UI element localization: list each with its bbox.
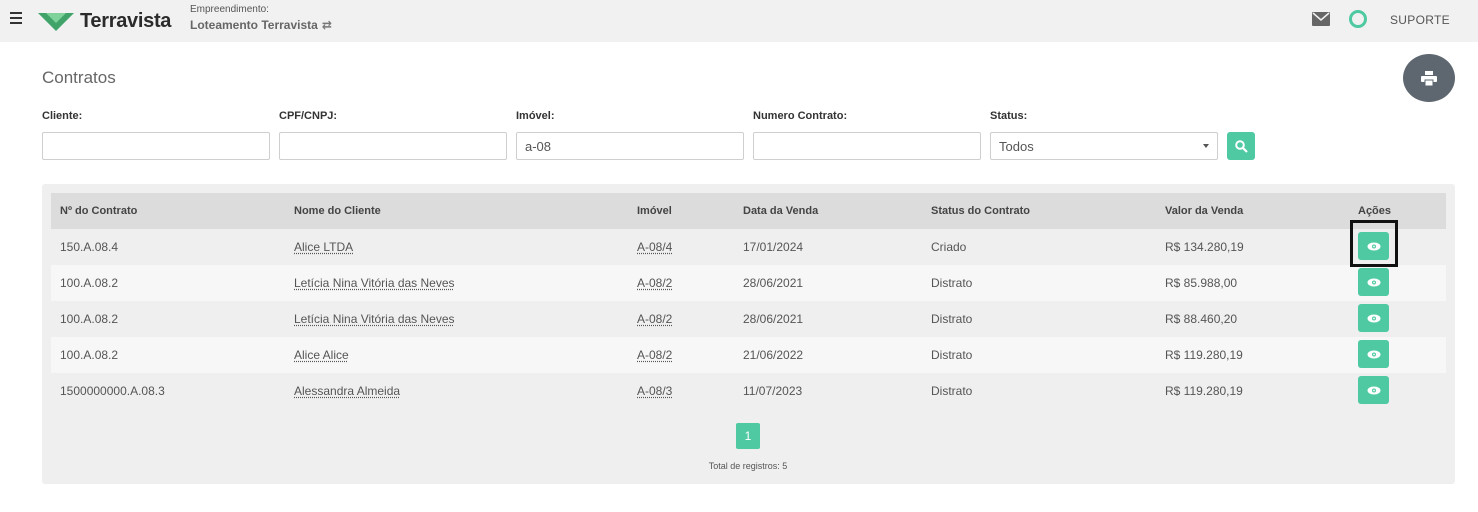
imovel-label: Imóvel: xyxy=(516,110,744,124)
cell-contrato: 150.A.08.4 xyxy=(60,240,118,254)
imovel-input[interactable]: a-08 xyxy=(516,132,744,160)
cell-contrato: 1500000000.A.08.3 xyxy=(60,384,165,398)
header-status: Status do Contrato xyxy=(931,205,1030,217)
cell-contrato: 100.A.08.2 xyxy=(60,348,118,362)
cell-imovel-link[interactable]: A-08/3 xyxy=(637,384,672,398)
view-button[interactable] xyxy=(1358,376,1389,404)
view-button[interactable] xyxy=(1358,340,1389,368)
cell-valor: R$ 134.280,19 xyxy=(1165,240,1244,254)
swap-icon[interactable]: ⇄ xyxy=(322,18,332,32)
cell-status: Criado xyxy=(931,240,966,254)
header-valor: Valor da Venda xyxy=(1165,205,1243,217)
table-row: 100.A.08.2 Letícia Nina Vitória das Neve… xyxy=(51,301,1446,337)
page-title: Contratos xyxy=(42,68,116,88)
cell-cliente-link[interactable]: Alice LTDA xyxy=(294,240,353,254)
cell-cliente-link[interactable]: Letícia Nina Vitória das Neves xyxy=(294,276,455,290)
cell-cliente-link[interactable]: Alice Alice xyxy=(294,348,349,362)
eye-icon xyxy=(1367,386,1381,395)
cell-status: Distrato xyxy=(931,312,972,326)
cpf-input[interactable] xyxy=(279,132,507,160)
empreendimento-name: Loteamento Terravista xyxy=(190,18,318,32)
printer-icon xyxy=(1421,71,1437,86)
table-row: 100.A.08.2 Alice Alice A-08/2 21/06/2022… xyxy=(51,337,1446,373)
filter-status: Status: Todos xyxy=(990,110,1218,160)
status-select-value: Todos xyxy=(999,139,1034,154)
eye-icon xyxy=(1367,350,1381,359)
cell-valor: R$ 119.280,19 xyxy=(1165,348,1243,362)
header-data: Data da Venda xyxy=(743,205,818,217)
table-row: 100.A.08.2 Letícia Nina Vitória das Neve… xyxy=(51,265,1446,301)
header-cliente: Nome do Cliente xyxy=(294,205,381,217)
highlight-box xyxy=(1350,220,1398,267)
cell-imovel-link[interactable]: A-08/4 xyxy=(637,240,672,254)
cpf-label: CPF/CNPJ: xyxy=(279,110,507,124)
cell-contrato: 100.A.08.2 xyxy=(60,276,118,290)
header-imovel: Imóvel xyxy=(637,205,672,217)
menu-icon[interactable] xyxy=(10,12,22,24)
header-acoes: Ações xyxy=(1358,205,1391,217)
filter-imovel: Imóvel: a-08 xyxy=(516,110,744,160)
cell-status: Distrato xyxy=(931,276,972,290)
cell-data: 11/07/2023 xyxy=(743,384,802,398)
cell-cliente-link[interactable]: Alessandra Almeida xyxy=(294,384,400,398)
status-label: Status: xyxy=(990,110,1218,124)
empreendimento-selector[interactable]: Empreendimento: Loteamento Terravista ⇄ xyxy=(190,4,332,32)
numero-contrato-input[interactable] xyxy=(753,132,981,160)
filter-numero: Numero Contrato: xyxy=(753,110,981,160)
cell-imovel-link[interactable]: A-08/2 xyxy=(637,312,672,326)
cell-cliente-link[interactable]: Letícia Nina Vitória das Neves xyxy=(294,312,455,326)
total-records: Total de registros: 5 xyxy=(0,461,1478,471)
filter-cliente: Cliente: xyxy=(42,110,270,160)
cell-data: 17/01/2024 xyxy=(743,240,803,254)
cell-data: 28/06/2021 xyxy=(743,276,803,290)
table-row: 150.A.08.4 Alice LTDA A-08/4 17/01/2024 … xyxy=(51,229,1446,265)
status-indicator-icon xyxy=(1349,10,1367,28)
cell-valor: R$ 85.988,00 xyxy=(1165,276,1237,290)
support-link[interactable]: SUPORTE xyxy=(1390,13,1450,27)
cell-imovel-link[interactable]: A-08/2 xyxy=(637,276,672,290)
logo[interactable]: Terravista xyxy=(38,10,171,32)
header-contrato: Nº do Contrato xyxy=(60,205,137,217)
cell-status: Distrato xyxy=(931,384,972,398)
mail-icon[interactable] xyxy=(1312,12,1330,26)
view-button[interactable] xyxy=(1358,268,1389,296)
table-row: 1500000000.A.08.3 Alessandra Almeida A-0… xyxy=(51,373,1446,409)
cell-status: Distrato xyxy=(931,348,972,362)
cell-imovel-link[interactable]: A-08/2 xyxy=(637,348,672,362)
pagination-page-button[interactable]: 1 xyxy=(736,423,760,449)
view-button[interactable] xyxy=(1358,304,1389,332)
print-button[interactable] xyxy=(1403,54,1455,102)
search-button[interactable] xyxy=(1227,132,1255,160)
logo-icon xyxy=(38,11,74,31)
numero-contrato-label: Numero Contrato: xyxy=(753,110,981,124)
brand-name: Terravista xyxy=(80,10,171,33)
table-header: Nº do Contrato Nome do Cliente Imóvel Da… xyxy=(51,193,1446,229)
cell-valor: R$ 88.460,20 xyxy=(1165,312,1237,326)
chevron-down-icon xyxy=(1203,144,1209,148)
eye-icon xyxy=(1367,314,1381,323)
cliente-label: Cliente: xyxy=(42,110,270,124)
cell-data: 28/06/2021 xyxy=(743,312,803,326)
cell-contrato: 100.A.08.2 xyxy=(60,312,118,326)
status-select[interactable]: Todos xyxy=(990,132,1218,160)
empreendimento-label: Empreendimento: xyxy=(190,4,332,15)
cell-data: 21/06/2022 xyxy=(743,348,803,362)
cell-valor: R$ 119.280,19 xyxy=(1165,384,1243,398)
search-icon xyxy=(1235,140,1248,153)
cliente-input[interactable] xyxy=(42,132,270,160)
eye-icon xyxy=(1367,278,1381,287)
filter-cpf: CPF/CNPJ: xyxy=(279,110,507,160)
top-bar: Terravista Empreendimento: Loteamento Te… xyxy=(0,0,1478,42)
